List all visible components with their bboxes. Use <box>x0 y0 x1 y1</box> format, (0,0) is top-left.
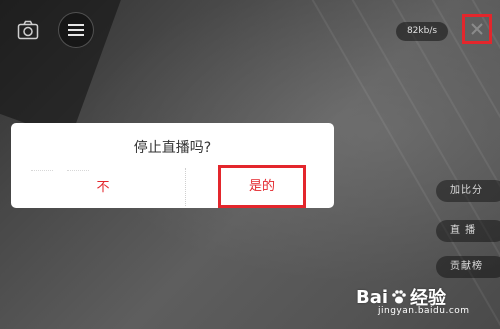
watermark-logo-text: Bai <box>356 286 389 308</box>
dialog-divider <box>67 170 89 171</box>
dialog-button-separator <box>185 168 186 206</box>
menu-button[interactable] <box>58 12 94 48</box>
live-button[interactable]: 直 播 <box>436 220 500 242</box>
camera-icon <box>17 20 39 40</box>
add-score-button[interactable]: 加比分 <box>436 180 500 202</box>
close-icon <box>471 23 483 35</box>
stop-live-dialog: 停止直播吗? 不 是的 <box>11 123 334 208</box>
network-speed-badge: 82kb/s <box>396 22 448 41</box>
confirm-button[interactable]: 是的 <box>218 165 306 208</box>
watermark-url: jingyan.baidu.com <box>378 306 470 316</box>
cancel-button[interactable]: 不 <box>23 173 183 203</box>
menu-icon <box>68 24 84 36</box>
switch-camera-button[interactable] <box>14 16 42 44</box>
dialog-title: 停止直播吗? <box>133 140 212 156</box>
paw-icon <box>392 290 406 304</box>
dialog-divider <box>31 170 53 171</box>
contribution-rank-button[interactable]: 贡献榜 <box>436 256 500 278</box>
close-live-button[interactable] <box>462 14 492 44</box>
